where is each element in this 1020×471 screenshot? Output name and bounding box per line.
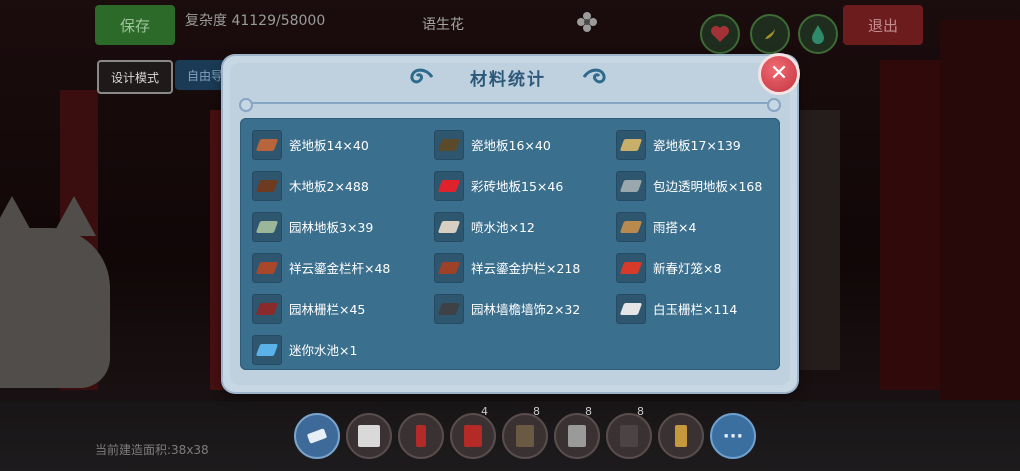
hotbar-slot[interactable] [658, 413, 704, 459]
exit-button[interactable]: 退出 [843, 5, 923, 45]
hotbar-slot[interactable]: 8 [554, 405, 600, 459]
slot-count: 8 [637, 405, 644, 418]
material-item: 瓷地板16×40 [434, 124, 614, 165]
jade-fence-icon [616, 293, 646, 324]
material-item: 瓷地板14×40 [252, 124, 432, 165]
more-icon: ··· [722, 425, 744, 447]
flower-icon[interactable] [575, 10, 599, 34]
tile-floor-icon [252, 129, 282, 160]
material-item: 木地板2×488 [252, 165, 432, 206]
material-label: 彩砖地板15×46 [471, 179, 564, 194]
complexity-counter: 复杂度 41129/58000 [185, 13, 326, 29]
material-item: 迷你水池×1 [252, 329, 432, 370]
dark-screen-icon [620, 425, 638, 447]
material-label: 祥云鎏金护栏×218 [471, 261, 581, 276]
material-item: 祥云鎏金栏杆×48 [252, 247, 432, 288]
red-pillar-icon [416, 425, 426, 447]
slot-count: 8 [533, 405, 540, 418]
mini-pool-icon [252, 334, 282, 365]
material-item: 园林栅栏×45 [252, 288, 432, 329]
water-button[interactable] [798, 14, 838, 54]
wood-floor-icon [252, 170, 282, 201]
cloud-ornament-icon [582, 68, 606, 84]
hotbar-slot[interactable] [398, 413, 444, 459]
build-name: 语生花 [422, 17, 464, 33]
heart-button[interactable] [700, 14, 740, 54]
tile-floor-icon [616, 129, 646, 160]
close-icon: ✕ [769, 61, 789, 86]
material-label: 迷你水池×1 [289, 343, 358, 358]
material-list-panel: 瓷地板14×40 瓷地板16×40 瓷地板17×139 木地板2×488 彩砖地板15×… [240, 118, 780, 370]
material-item: 雨搭×4 [616, 206, 796, 247]
material-item: 彩砖地板15×46 [434, 165, 614, 206]
material-label: 祥云鎏金栏杆×48 [289, 261, 391, 276]
item-hotbar: 4 8 8 8 ··· [294, 405, 756, 461]
hotbar-slot[interactable]: 4 [450, 405, 496, 459]
dialog-title: 材料统计 [470, 69, 546, 90]
material-label: 白玉栅栏×114 [653, 302, 738, 317]
material-label: 园林地板3×39 [289, 220, 374, 235]
hotbar-slot[interactable]: 8 [502, 405, 548, 459]
build-area-label: 当前建造面积:38x38 [95, 443, 209, 457]
material-item: 白玉栅栏×114 [616, 288, 796, 329]
slot-count: 4 [481, 405, 488, 418]
wood-door-icon [516, 425, 534, 447]
fence-icon [252, 293, 282, 324]
jade-fence-icon [358, 425, 380, 447]
tile-floor-icon [434, 129, 464, 160]
gold-pillar-icon [675, 425, 687, 447]
railing-icon [252, 252, 282, 283]
material-label: 新春灯笼×8 [653, 261, 722, 276]
lantern-icon [616, 252, 646, 283]
hotbar-slot-eraser[interactable] [294, 413, 340, 459]
material-label: 瓷地板14×40 [289, 138, 369, 153]
save-button[interactable]: 保存 [95, 5, 175, 45]
water-drop-icon [812, 25, 824, 44]
material-label: 瓷地板16×40 [471, 138, 551, 153]
title-divider [239, 98, 781, 112]
fountain-icon [434, 211, 464, 242]
material-label: 园林栅栏×45 [289, 302, 366, 317]
material-item: 包边透明地板×168 [616, 165, 796, 206]
more-items-button[interactable]: ··· [710, 413, 756, 459]
grey-panel-icon [568, 425, 586, 447]
material-label: 喷水池×12 [471, 220, 535, 235]
heart-icon [711, 26, 729, 42]
garden-floor-icon [252, 211, 282, 242]
hotbar-slot[interactable] [346, 413, 392, 459]
red-panel-icon [464, 425, 482, 447]
material-item: 新春灯笼×8 [616, 247, 796, 288]
eraser-icon [307, 428, 327, 444]
material-label: 包边透明地板×168 [653, 179, 763, 194]
material-grid: 瓷地板14×40 瓷地板16×40 瓷地板17×139 木地板2×488 彩砖地板15×… [252, 124, 772, 370]
material-label: 木地板2×488 [289, 179, 369, 194]
sun-button[interactable] [750, 14, 790, 54]
material-label: 瓷地板17×139 [653, 138, 741, 153]
material-label: 园林墙檐墙饰2×32 [471, 302, 581, 317]
canopy-icon [616, 211, 646, 242]
slot-count: 8 [585, 405, 592, 418]
hotbar-slot[interactable]: 8 [606, 405, 652, 459]
close-button[interactable]: ✕ [758, 53, 800, 95]
material-item: 瓷地板17×139 [616, 124, 796, 165]
color-brick-floor-icon [434, 170, 464, 201]
cloud-ornament-icon [410, 68, 434, 84]
dialog-title-banner: 材料统计 [408, 62, 608, 92]
material-label: 雨搭×4 [653, 220, 697, 235]
transparent-floor-icon [616, 170, 646, 201]
material-item: 祥云鎏金护栏×218 [434, 247, 614, 288]
material-stats-dialog: 材料统计 ✕ 瓷地板14×40 瓷地板16×40 瓷地板17×139 木地板2×488… [223, 53, 800, 392]
sun-icon [765, 29, 775, 39]
design-mode-button[interactable]: 设计模式 [97, 60, 173, 94]
wall-eave-icon [434, 293, 464, 324]
material-item: 喷水池×12 [434, 206, 614, 247]
material-item: 园林墙檐墙饰2×32 [434, 288, 614, 329]
material-item: 园林地板3×39 [252, 206, 432, 247]
guardrail-icon [434, 252, 464, 283]
